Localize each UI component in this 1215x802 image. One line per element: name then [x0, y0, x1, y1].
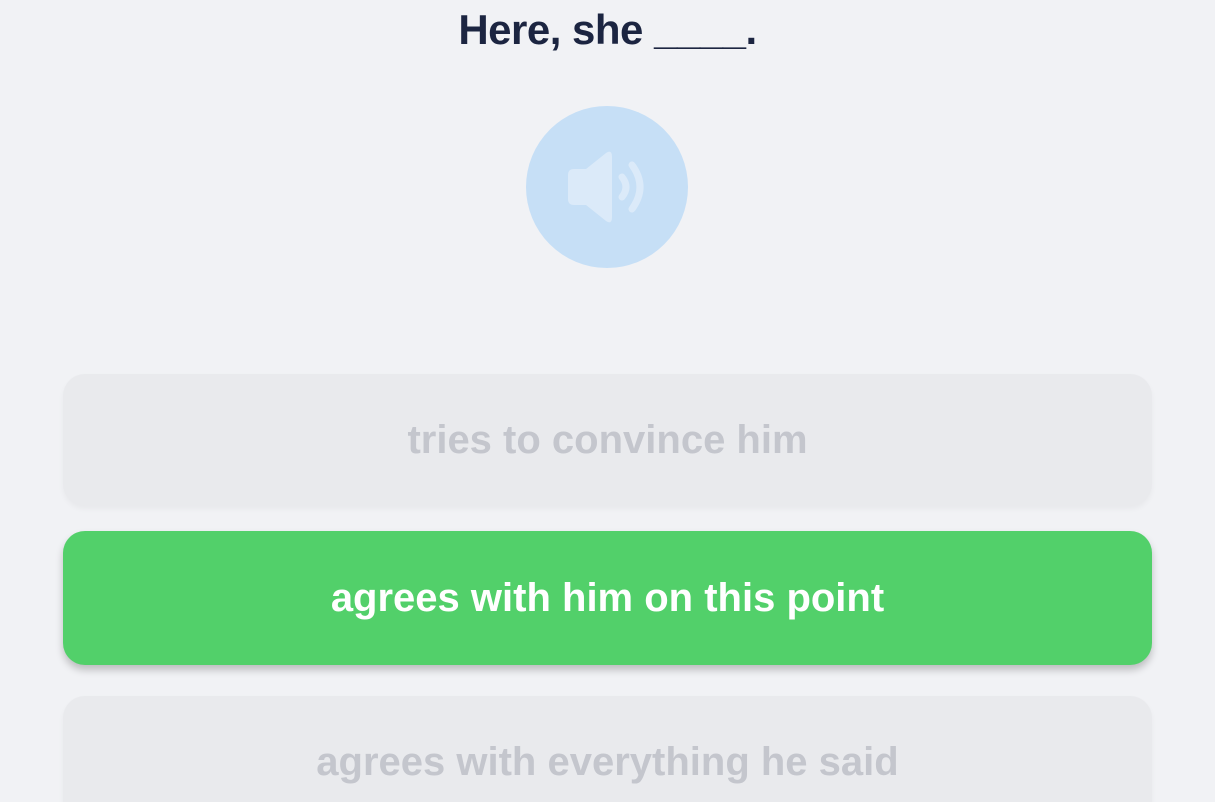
answer-option-1[interactable]: tries to convince him: [63, 374, 1152, 506]
quiz-screen: Here, she ____. tries to convince him ag…: [0, 0, 1215, 802]
answer-option-label: tries to convince him: [407, 417, 808, 462]
answer-option-3[interactable]: agrees with everything he said: [63, 696, 1152, 802]
answer-option-label: agrees with him on this point: [330, 575, 885, 620]
speaker-icon: [560, 147, 654, 227]
answer-option-2[interactable]: agrees with him on this point: [63, 531, 1152, 665]
play-audio-button[interactable]: [526, 106, 688, 268]
question-text: Here, she ____.: [458, 6, 757, 53]
answer-option-label: agrees with everything he said: [316, 739, 899, 784]
